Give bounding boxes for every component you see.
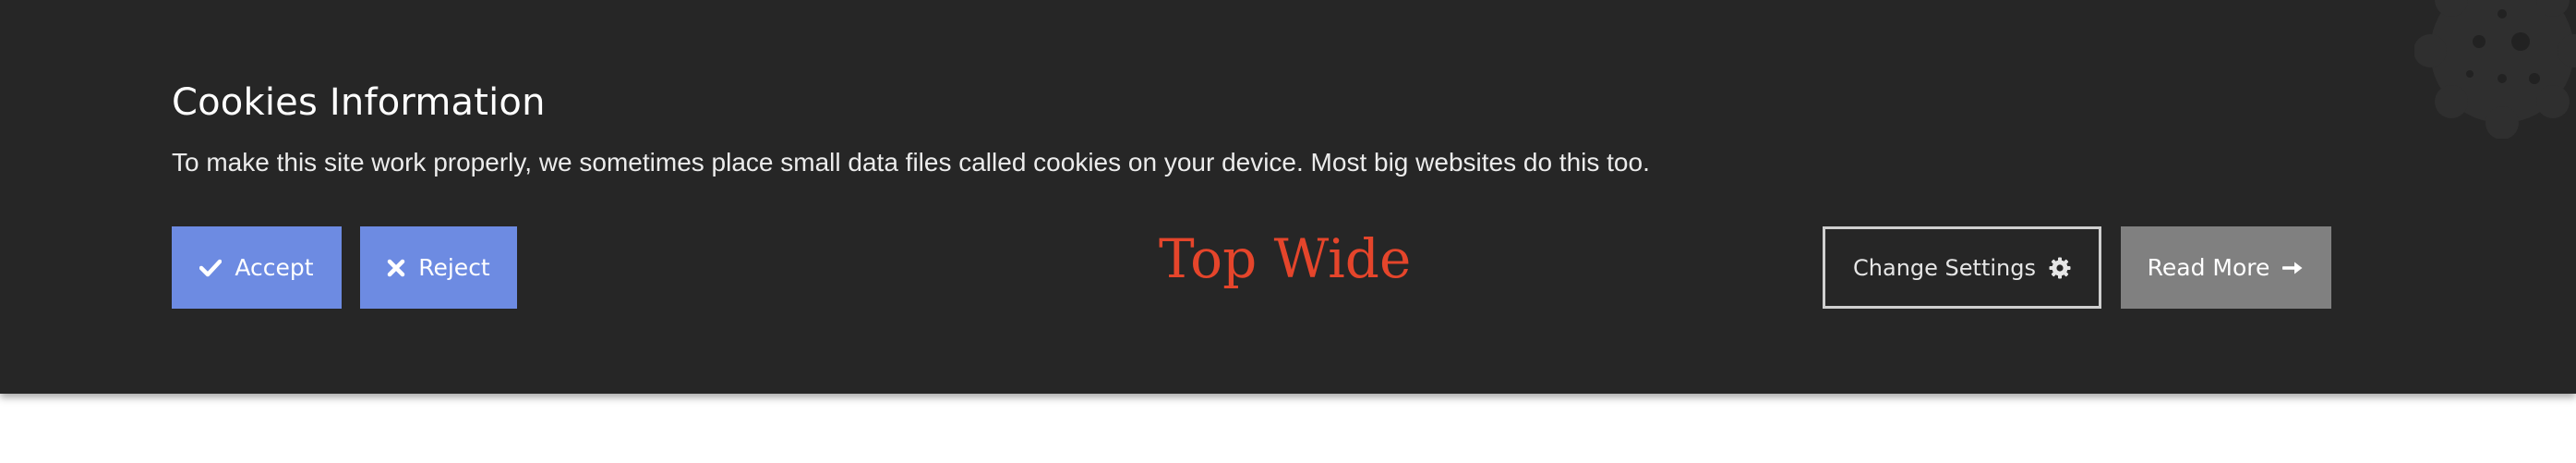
banner-message: To make this site work properly, we some…: [172, 148, 1650, 177]
reject-button[interactable]: Reject: [360, 226, 517, 309]
reject-label: Reject: [418, 254, 490, 281]
accept-button[interactable]: Accept: [172, 226, 342, 309]
gear-icon: [2049, 257, 2071, 278]
change-settings-label: Change Settings: [1853, 254, 2036, 281]
cookie-banner: Cookies Information To make this site wo…: [0, 0, 2576, 394]
change-settings-button[interactable]: Change Settings: [1823, 226, 2101, 309]
arrow-right-icon: [2282, 262, 2303, 274]
layout-label: Top Wide: [1159, 227, 1412, 290]
cookie-icon: [2414, 0, 2576, 139]
read-more-button[interactable]: Read More: [2121, 226, 2331, 309]
read-more-label: Read More: [2147, 254, 2270, 281]
accept-label: Accept: [235, 254, 314, 281]
check-icon: [199, 259, 223, 276]
banner-title: Cookies Information: [172, 81, 546, 124]
close-icon: [387, 259, 405, 276]
